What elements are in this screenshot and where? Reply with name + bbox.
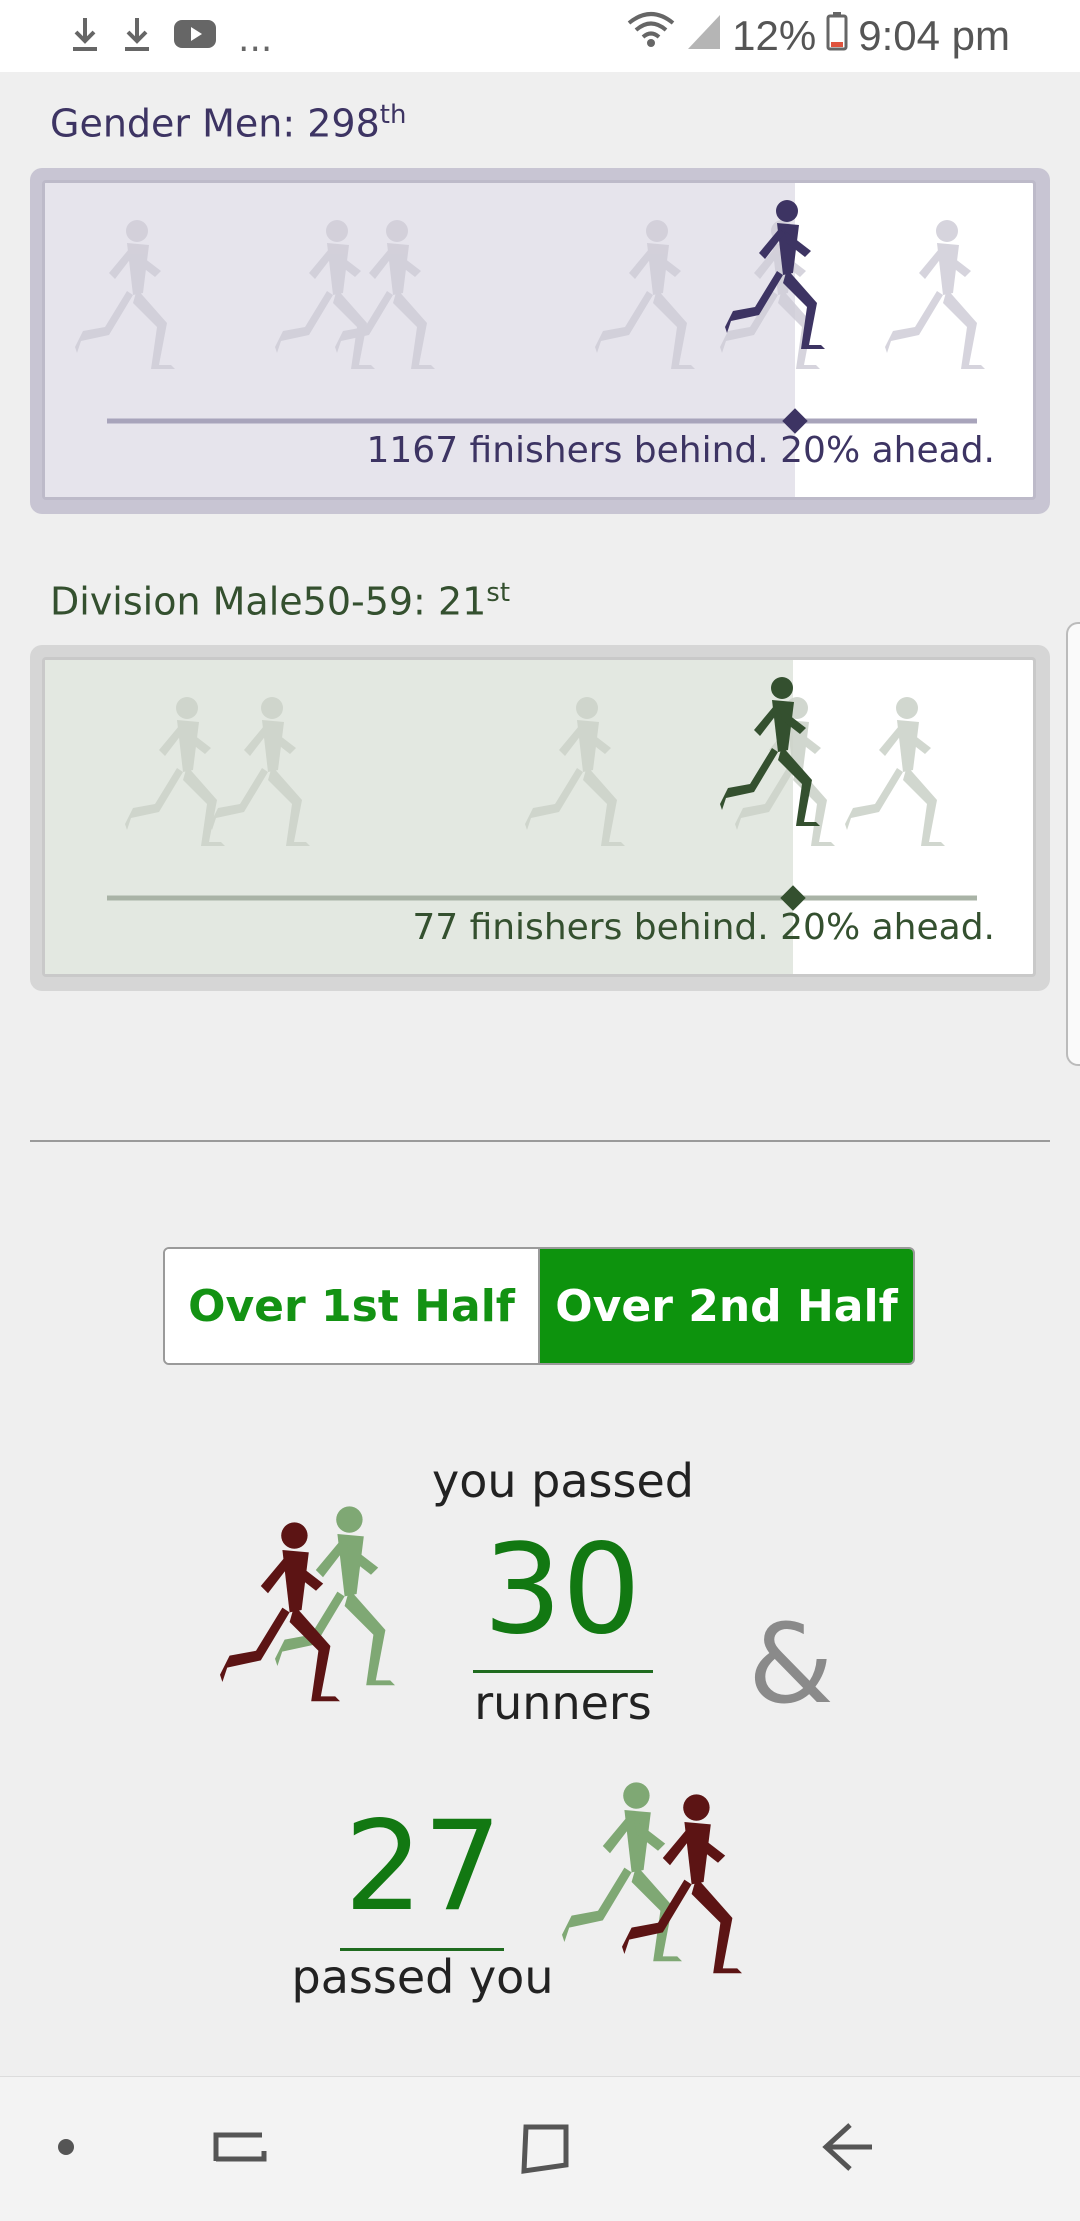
gender-rank-summary: 1167 finishers behind. 20% ahead. <box>366 430 996 471</box>
home-icon[interactable] <box>516 2117 572 2181</box>
division-rank-label: Division Male50-59: 21 <box>50 579 487 624</box>
signal-icon <box>686 11 722 61</box>
passed-you-count: 27 <box>344 1795 502 1939</box>
division-rank-suffix: st <box>486 578 511 608</box>
ampersand: & <box>748 1600 834 1728</box>
gender-rank-label: Gender Men: 298 <box>50 101 380 146</box>
runners-label: runners <box>474 1676 652 1730</box>
download-icon <box>122 14 152 58</box>
status-bar: ... 12% 9:04 pm <box>0 0 1080 72</box>
first-half-button[interactable]: Over 1st Half <box>165 1249 540 1363</box>
you-passed-count: 30 <box>483 1518 641 1662</box>
gender-rank-panel: 1167 finishers behind. 20% ahead. <box>42 180 1036 500</box>
clock: 9:04 pm <box>858 12 1010 59</box>
you-passed-runners-icon <box>220 1506 395 1702</box>
navigation-bar <box>0 2076 1080 2221</box>
battery-percent: 12% <box>732 12 817 59</box>
gender-rank-suffix: th <box>379 100 407 130</box>
you-passed-label: you passed <box>432 1454 694 1508</box>
division-rank-panel: 77 finishers behind. 20% ahead. <box>42 657 1036 977</box>
youtube-icon <box>174 18 216 54</box>
dot-icon[interactable] <box>56 2137 76 2161</box>
passed-you-runners-icon <box>562 1782 742 1974</box>
download-icon <box>70 14 100 58</box>
battery-icon <box>826 11 848 61</box>
division-rank-card: 77 finishers behind. 20% ahead. <box>30 645 1050 991</box>
recent-apps-icon[interactable] <box>212 2117 268 2181</box>
division-rank-title: Division Male50-59: 21st <box>50 578 510 624</box>
you-passed-underline <box>473 1670 653 1673</box>
back-icon[interactable] <box>820 2117 876 2181</box>
gender-rank-title: Gender Men: 298th <box>50 100 406 146</box>
edge-panel-handle[interactable] <box>1066 622 1080 1066</box>
more-notifications-icon: ... <box>238 18 273 60</box>
division-rank-summary: 77 finishers behind. 20% ahead. <box>412 907 995 948</box>
passed-you-label: passed you <box>291 1950 554 2004</box>
half-toggle: Over 1st Half Over 2nd Half <box>163 1247 915 1365</box>
second-half-button[interactable]: Over 2nd Half <box>540 1249 913 1363</box>
wifi-icon <box>626 11 676 61</box>
gender-rank-card: 1167 finishers behind. 20% ahead. <box>30 168 1050 514</box>
section-divider <box>30 1140 1050 1142</box>
